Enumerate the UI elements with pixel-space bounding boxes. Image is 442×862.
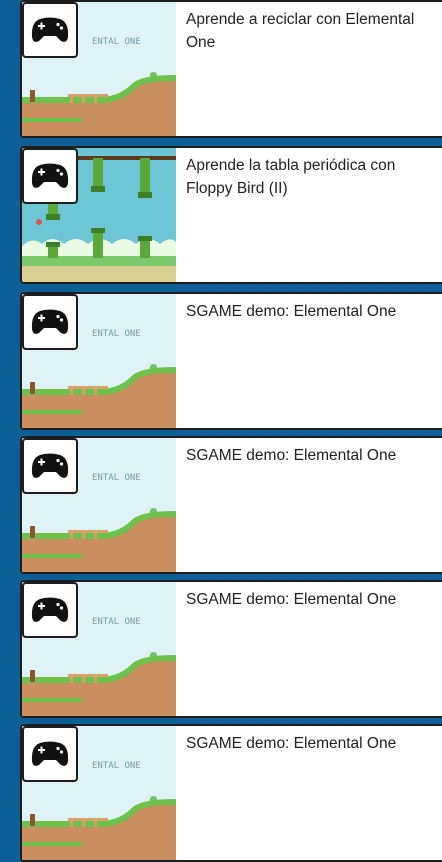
game-title[interactable]: Aprende a reciclar con Elemental One xyxy=(186,8,431,54)
thumb-text: ENTAL ONE xyxy=(92,473,141,483)
game-list: ENTAL ONE Aprende a reciclar con Element… xyxy=(0,0,442,862)
game-card[interactable]: ENTAL ONE SGAME demo: Elemental One xyxy=(20,580,442,718)
game-title[interactable]: SGAME demo: Elemental One xyxy=(186,300,431,323)
game-title[interactable]: SGAME demo: Elemental One xyxy=(186,732,431,755)
game-card[interactable]: ENTAL ONE SGAME demo: Elemental One xyxy=(20,436,442,574)
game-title[interactable]: SGAME demo: Elemental One xyxy=(186,588,431,611)
game-title[interactable]: SGAME demo: Elemental One xyxy=(186,444,431,467)
game-thumbnail: ENTAL ONE xyxy=(22,294,176,428)
gamepad-icon xyxy=(22,438,78,494)
game-card[interactable]: ENTAL ONE SGAME demo: Elemental One xyxy=(20,724,442,862)
game-title[interactable]: Aprende la tabla periódica con Floppy Bi… xyxy=(186,154,431,200)
game-thumbnail: ENTAL ONE xyxy=(22,726,176,860)
game-thumbnail: ENTAL ONE xyxy=(22,2,176,136)
game-card[interactable]: ENTAL ONE Aprende a reciclar con Element… xyxy=(20,0,442,138)
thumb-text: ENTAL ONE xyxy=(92,329,141,339)
gamepad-icon xyxy=(22,294,78,350)
gamepad-icon xyxy=(22,2,78,58)
thumb-text: ENTAL ONE xyxy=(92,761,141,771)
gamepad-icon xyxy=(22,582,78,638)
game-card[interactable]: ENTAL ONE SGAME demo: Elemental One xyxy=(20,292,442,430)
gamepad-icon xyxy=(22,726,78,782)
thumb-text: ENTAL ONE xyxy=(92,37,141,47)
game-thumbnail: ENTAL ONE xyxy=(22,438,176,572)
thumb-text: ENTAL ONE xyxy=(92,617,141,627)
game-card[interactable]: Aprende la tabla periódica con Floppy Bi… xyxy=(20,146,442,284)
gamepad-icon xyxy=(22,148,78,204)
game-thumbnail xyxy=(22,148,176,282)
game-thumbnail: ENTAL ONE xyxy=(22,582,176,716)
